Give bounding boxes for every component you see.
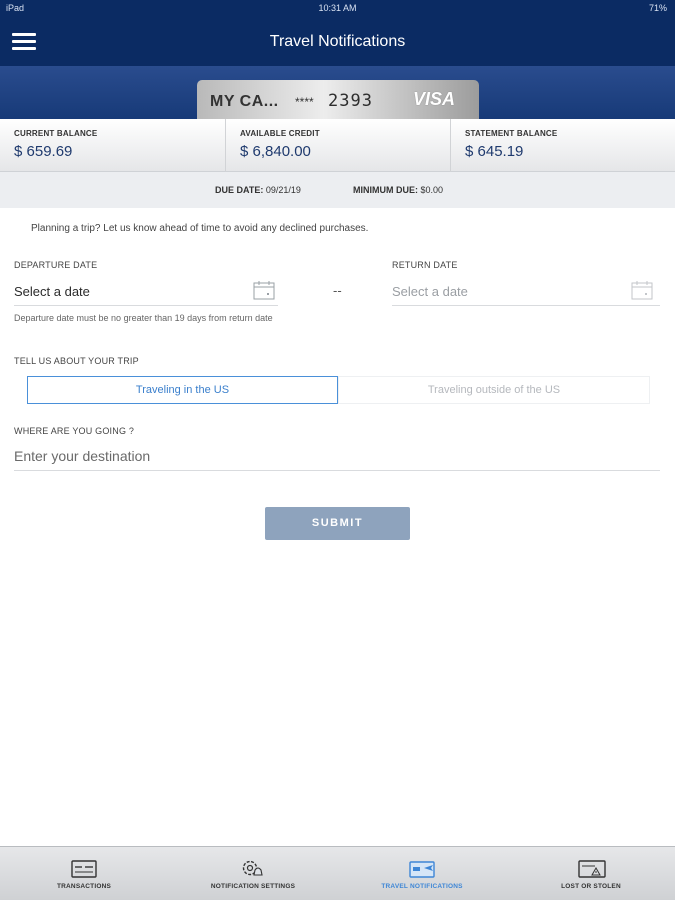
destination-input[interactable] bbox=[14, 445, 660, 467]
due-date-value: 09/21/19 bbox=[265, 185, 301, 195]
return-calendar-icon[interactable] bbox=[631, 280, 653, 300]
tab-notification-settings[interactable]: NOTIFICATION SETTINGS bbox=[169, 847, 337, 900]
available-credit: AVAILABLE CREDIT $ 6,840.00 bbox=[225, 119, 450, 172]
tab-travel-notifications-label: TRAVEL NOTIFICATIONS bbox=[381, 883, 463, 890]
departure-date-label: DEPARTURE DATE bbox=[14, 260, 98, 270]
return-date-field[interactable]: Select a date bbox=[392, 284, 468, 299]
due-date: DUE DATE: 09/21/19 bbox=[215, 185, 301, 195]
minimum-due: MINIMUM DUE: $0.00 bbox=[353, 185, 443, 195]
tab-travel-notifications[interactable]: TRAVEL NOTIFICATIONS bbox=[338, 847, 506, 900]
card-last-digits: 2393 bbox=[328, 91, 373, 111]
due-row: DUE DATE: 09/21/19 MINIMUM DUE: $0.00 bbox=[0, 172, 675, 208]
available-credit-value: $ 6,840.00 bbox=[240, 143, 311, 160]
return-underline bbox=[392, 305, 660, 306]
return-date-label: RETURN DATE bbox=[392, 260, 458, 270]
card-mask: **** bbox=[295, 95, 314, 109]
destination-label: WHERE ARE YOU GOING ? bbox=[14, 426, 135, 436]
trip-type-label: TELL US ABOUT YOUR TRIP bbox=[14, 356, 139, 366]
bottom-tab-bar: TRANSACTIONS NOTIFICATION SETTINGS TRAVE… bbox=[0, 846, 675, 900]
minimum-due-value: $0.00 bbox=[420, 185, 444, 195]
minimum-due-label: MINIMUM DUE: bbox=[353, 185, 418, 195]
tab-lost-or-stolen-label: LOST OR STOLEN bbox=[561, 883, 621, 890]
departure-calendar-icon[interactable] bbox=[253, 280, 275, 300]
current-balance-value: $ 659.69 bbox=[14, 143, 73, 160]
gear-bell-icon bbox=[169, 859, 337, 879]
card-alert-icon bbox=[507, 859, 675, 879]
clock: 10:31 AM bbox=[318, 3, 357, 13]
departure-date-field[interactable]: Select a date bbox=[14, 284, 90, 299]
tab-lost-or-stolen[interactable]: LOST OR STOLEN bbox=[507, 847, 675, 900]
current-balance-label: CURRENT BALANCE bbox=[14, 129, 98, 138]
trip-option-international[interactable]: Traveling outside of the US bbox=[338, 376, 650, 404]
current-balance: CURRENT BALANCE $ 659.69 bbox=[0, 119, 225, 172]
page-title: Travel Notifications bbox=[269, 33, 406, 50]
card-name: MY CA... bbox=[210, 93, 279, 110]
date-separator: -- bbox=[333, 283, 342, 298]
visa-logo: VISA bbox=[413, 89, 456, 109]
card-plane-icon bbox=[338, 859, 506, 879]
balances-row: CURRENT BALANCE $ 659.69 AVAILABLE CREDI… bbox=[0, 119, 675, 172]
statement-balance-label: STATEMENT BALANCE bbox=[465, 129, 558, 138]
status-bar: iPad 10:31 AM 71% bbox=[0, 0, 675, 16]
statement-balance-value: $ 645.19 bbox=[465, 143, 524, 160]
due-date-label: DUE DATE: bbox=[215, 185, 264, 195]
trip-option-us[interactable]: Traveling in the US bbox=[27, 376, 338, 404]
app-header: iPad 10:31 AM 71% Travel Notifications bbox=[0, 0, 675, 66]
available-credit-label: AVAILABLE CREDIT bbox=[240, 129, 320, 138]
tab-transactions-label: TRANSACTIONS bbox=[56, 883, 112, 890]
departure-underline bbox=[14, 305, 278, 306]
card-image: MY CA... **** 2393 VISA bbox=[197, 80, 479, 119]
intro-text: Planning a trip? Let us know ahead of ti… bbox=[31, 223, 369, 234]
card-list-icon bbox=[0, 859, 168, 879]
statement-balance: STATEMENT BALANCE $ 645.19 bbox=[450, 119, 675, 172]
battery-label: 71% bbox=[648, 3, 667, 13]
tab-notification-settings-label: NOTIFICATION SETTINGS bbox=[210, 883, 296, 890]
destination-underline bbox=[14, 470, 660, 471]
submit-button[interactable]: SUBMIT bbox=[265, 507, 410, 540]
date-hint: Departure date must be no greater than 1… bbox=[14, 313, 273, 323]
tab-transactions[interactable]: TRANSACTIONS bbox=[0, 847, 168, 900]
